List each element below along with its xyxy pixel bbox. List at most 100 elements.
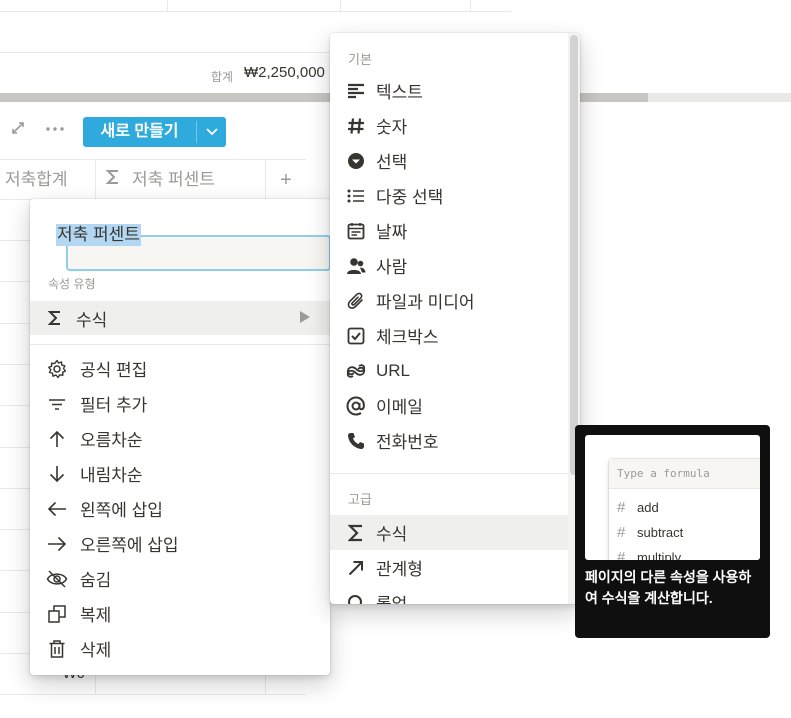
type-option-label: 사람 bbox=[376, 258, 408, 277]
type-option-text[interactable]: 텍스트 bbox=[330, 73, 568, 108]
column-header-savings-total[interactable]: 저축합계 bbox=[5, 160, 68, 200]
phone-icon bbox=[345, 430, 367, 452]
summary-row: 합계 ₩2,250,000 bbox=[0, 60, 330, 88]
multi-select-icon bbox=[345, 185, 367, 207]
advanced-section-label: 고급 bbox=[348, 492, 372, 507]
formula-preview-input: Type a formula bbox=[609, 459, 760, 489]
text-icon bbox=[345, 80, 367, 102]
duplicate-icon bbox=[45, 602, 69, 626]
property-name-value[interactable]: 저축 퍼센트 bbox=[56, 224, 141, 246]
type-option-checkbox[interactable]: 체크박스 bbox=[330, 318, 568, 353]
person-icon bbox=[345, 255, 367, 277]
property-type-value: 수식 bbox=[76, 310, 108, 330]
arrow-up-icon bbox=[45, 427, 69, 451]
type-option-phone[interactable]: 전화번호 bbox=[330, 423, 568, 458]
calendar-icon bbox=[345, 220, 367, 242]
new-button-label[interactable]: 새로 만들기 bbox=[83, 117, 196, 147]
type-option-label: 날짜 bbox=[376, 223, 408, 242]
menu-item-label: 오름차순 bbox=[80, 431, 143, 450]
sigma-icon bbox=[105, 160, 124, 200]
sigma-icon bbox=[345, 522, 367, 544]
add-column-button[interactable]: + bbox=[265, 160, 306, 200]
type-option-label: 파일과 미디어 bbox=[376, 293, 475, 312]
table-top-row bbox=[0, 0, 511, 12]
type-option-search[interactable]: 롤업 bbox=[330, 585, 568, 604]
type-option-label: 체크박스 bbox=[376, 328, 439, 347]
type-option-label: 롤업 bbox=[376, 590, 407, 604]
chevron-down-icon[interactable] bbox=[197, 117, 226, 147]
type-option-label: 수식 bbox=[376, 525, 408, 544]
type-option-at[interactable]: 이메일 bbox=[330, 388, 568, 423]
menu-item-filter[interactable]: 필터 추가 bbox=[30, 386, 330, 421]
property-type-label: 속성 유형 bbox=[48, 277, 96, 291]
type-option-number[interactable]: 숫자 bbox=[330, 108, 568, 143]
type-option-paperclip[interactable]: 파일과 미디어 bbox=[330, 283, 568, 318]
menu-item-arrow-up[interactable]: 오름차순 bbox=[30, 421, 330, 456]
formula-preview-item: # add bbox=[617, 498, 659, 516]
arrow-up-right-icon bbox=[345, 557, 367, 579]
formula-preview-image: Type a formula # add # subtract # multiply bbox=[585, 435, 760, 560]
tooltip-description: 페이지의 다른 속성을 사용하여 수식을 계산합니다. bbox=[585, 569, 752, 606]
column-header-savings-percent[interactable]: 저축 퍼센트 bbox=[95, 160, 266, 200]
type-option-calendar[interactable]: 날짜 bbox=[330, 213, 568, 248]
property-type-select[interactable]: 수식 bbox=[30, 301, 330, 335]
menu-item-eye-slash[interactable]: 숨김 bbox=[30, 561, 330, 596]
eye-slash-icon bbox=[45, 567, 69, 591]
select-icon bbox=[345, 150, 367, 172]
menu-scrollbar-thumb[interactable] bbox=[570, 35, 578, 475]
basic-section-label: 기본 bbox=[348, 52, 372, 67]
menu-item-arrow-left[interactable]: 왼쪽에 삽입 bbox=[30, 491, 330, 526]
type-option-label: 텍스트 bbox=[376, 83, 423, 102]
more-icon[interactable] bbox=[45, 118, 65, 139]
menu-item-label: 숨김 bbox=[80, 571, 112, 590]
filter-icon bbox=[45, 392, 69, 416]
menu-item-label: 필터 추가 bbox=[80, 396, 148, 415]
type-option-label: 이메일 bbox=[376, 398, 423, 417]
type-option-label: URL bbox=[376, 360, 411, 380]
menu-divider bbox=[330, 473, 568, 474]
submenu-arrow-icon bbox=[300, 311, 310, 323]
menu-item-label: 오른쪽에 삽입 bbox=[80, 536, 179, 555]
type-option-arrow-up-right[interactable]: 관계형 bbox=[330, 550, 568, 585]
paperclip-icon bbox=[345, 290, 367, 312]
type-option-label: 선택 bbox=[376, 153, 408, 172]
menu-item-trash[interactable]: 삭제 bbox=[30, 631, 330, 666]
menu-item-label: 공식 편집 bbox=[80, 361, 148, 380]
type-option-label: 관계형 bbox=[376, 560, 423, 579]
menu-item-arrow-right[interactable]: 오른쪽에 삽입 bbox=[30, 526, 330, 561]
sigma-icon bbox=[46, 310, 64, 326]
menu-item-gear[interactable]: 공식 편집 bbox=[30, 351, 330, 386]
new-button[interactable]: 새로 만들기 bbox=[83, 117, 226, 147]
formula-preview-card: Type a formula # add # subtract # multiply bbox=[609, 459, 760, 560]
formula-tooltip: Type a formula # add # subtract # multiply … bbox=[575, 425, 770, 638]
menu-item-label: 내림차순 bbox=[80, 466, 143, 485]
menu-item-duplicate[interactable]: 복제 bbox=[30, 596, 330, 631]
sum-label: 합계 bbox=[211, 70, 234, 84]
sum-value: ₩2,250,000 bbox=[244, 64, 325, 81]
expand-icon[interactable] bbox=[11, 121, 25, 140]
arrow-down-icon bbox=[45, 462, 69, 486]
column-header-label: 저축 퍼센트 bbox=[132, 170, 215, 189]
menu-item-label: 복제 bbox=[80, 606, 112, 625]
type-option-select[interactable]: 선택 bbox=[330, 143, 568, 178]
type-option-label: 다중 선택 bbox=[376, 188, 444, 207]
link-icon bbox=[345, 360, 367, 382]
formula-preview-item: # multiply bbox=[617, 548, 682, 561]
type-option-person[interactable]: 사람 bbox=[330, 248, 568, 283]
gear-icon bbox=[45, 357, 69, 381]
menu-item-label: 삭제 bbox=[80, 641, 112, 660]
table-header: 저축합계 저축 퍼센트 + bbox=[0, 159, 306, 200]
arrow-right-icon bbox=[45, 532, 69, 556]
menu-item-label: 왼쪽에 삽입 bbox=[80, 501, 163, 520]
type-option-link[interactable]: URL bbox=[330, 353, 568, 388]
type-option-multi-select[interactable]: 다중 선택 bbox=[330, 178, 568, 213]
menu-divider bbox=[30, 344, 330, 345]
property-name-field[interactable]: 저축 퍼센트 bbox=[48, 217, 331, 271]
arrow-left-icon bbox=[45, 497, 69, 521]
type-option-sigma[interactable]: 수식 bbox=[330, 515, 568, 550]
menu-item-arrow-down[interactable]: 내림차순 bbox=[30, 456, 330, 491]
trash-icon bbox=[45, 637, 69, 661]
number-icon bbox=[345, 115, 367, 137]
type-option-label: 숫자 bbox=[376, 118, 408, 137]
checkbox-icon bbox=[345, 325, 367, 347]
